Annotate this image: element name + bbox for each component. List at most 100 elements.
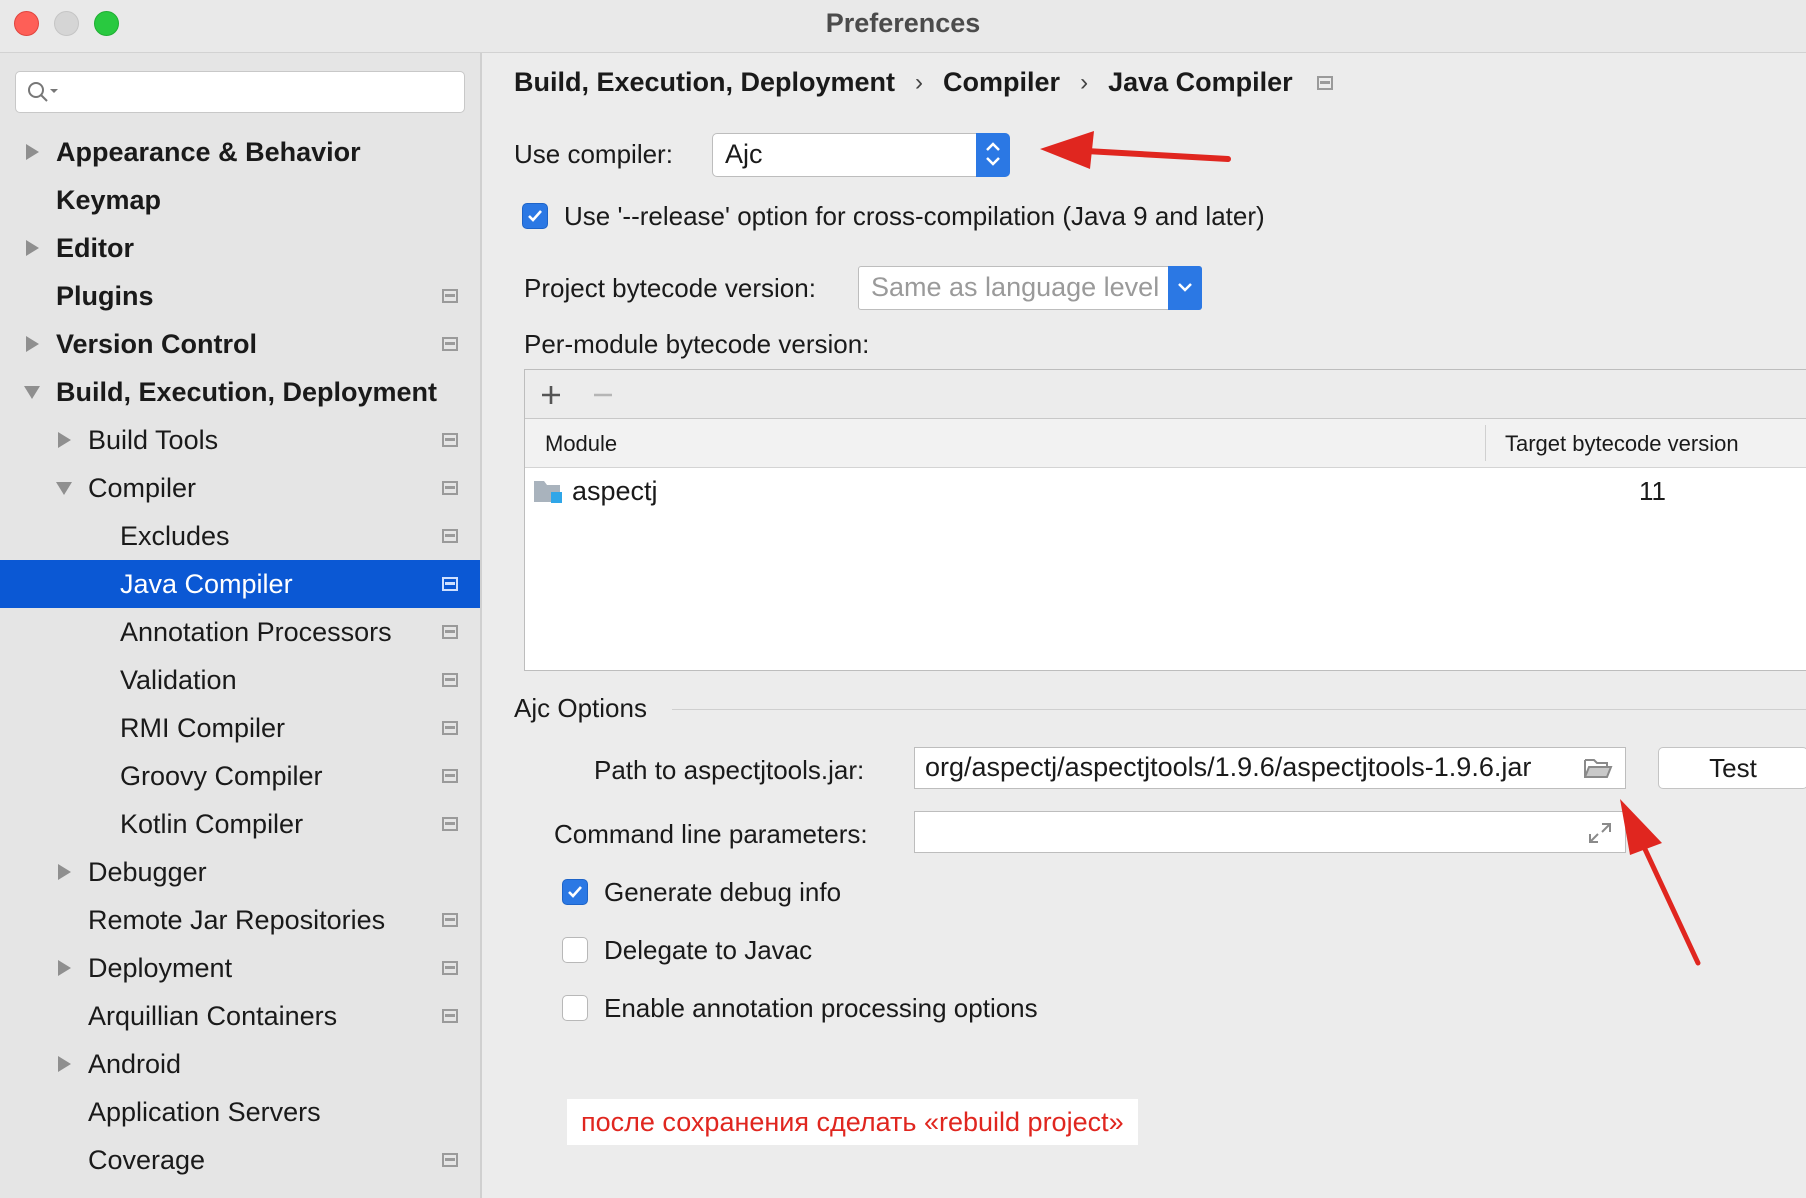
sidebar-item-label: Build Tools: [88, 424, 219, 455]
annotation-arrow-icon: [1620, 799, 1701, 966]
breadcrumb: Build, Execution, Deployment › Compiler …: [514, 67, 1333, 98]
sidebar-item-label: Appearance & Behavior: [56, 136, 361, 167]
collapsed-arrow-icon[interactable]: [58, 1056, 71, 1072]
table-row[interactable]: aspectj 11: [525, 468, 1806, 514]
sidebar-item-label: Android: [88, 1048, 182, 1079]
sidebar-item-label: Debugger: [88, 856, 207, 887]
checkmark-icon: [528, 210, 542, 222]
sidebar-item[interactable]: Validation: [0, 656, 480, 704]
sidebar-item[interactable]: Plugins: [0, 272, 480, 320]
sidebar-item[interactable]: RMI Compiler: [0, 704, 480, 752]
remove-icon[interactable]: [591, 383, 615, 407]
project-scope-icon: [442, 289, 458, 303]
release-option-checkbox[interactable]: [522, 203, 548, 229]
table-header: Module Target bytecode version: [525, 419, 1806, 468]
sidebar-item[interactable]: Arquillian Containers: [0, 992, 480, 1040]
column-header-target[interactable]: Target bytecode version: [1505, 431, 1739, 457]
collapsed-arrow-icon[interactable]: [58, 432, 71, 448]
sidebar-item-label: Remote Jar Repositories: [88, 904, 386, 935]
annotation-note: после сохранения сделать «rebuild projec…: [567, 1099, 1138, 1145]
column-divider[interactable]: [1485, 425, 1486, 461]
collapsed-arrow-icon[interactable]: [58, 960, 71, 976]
project-scope-icon: [442, 481, 458, 495]
collapsed-arrow-icon[interactable]: [26, 240, 39, 256]
sidebar-item-label: Build, Execution, Deployment: [56, 376, 438, 407]
collapsed-arrow-icon[interactable]: [58, 864, 71, 880]
sidebar-item[interactable]: Build, Execution, Deployment: [0, 368, 480, 416]
sidebar-item[interactable]: Version Control: [0, 320, 480, 368]
expand-icon[interactable]: [1587, 821, 1613, 845]
expanded-arrow-icon[interactable]: [24, 386, 40, 399]
chevron-down-icon: [1168, 266, 1202, 310]
updown-chevron-icon: [976, 133, 1010, 177]
sidebar-item-label: Arquillian Containers: [88, 1000, 338, 1031]
title-bar: Preferences: [0, 0, 1806, 53]
section-divider: [672, 709, 1806, 710]
sidebar-item-label: Compiler: [88, 472, 197, 503]
sidebar-item-label: Coverage: [88, 1144, 206, 1175]
checkmark-icon: [568, 886, 582, 898]
project-scope-icon: [442, 769, 458, 783]
project-scope-icon: [442, 961, 458, 975]
project-scope-icon: [442, 673, 458, 687]
project-scope-icon: [442, 433, 458, 447]
sidebar-item[interactable]: Keymap: [0, 176, 480, 224]
annotation-arrow-icon: [1040, 131, 1231, 169]
sidebar-item[interactable]: Build Tools: [0, 416, 480, 464]
project-bytecode-label: Project bytecode version:: [524, 273, 816, 303]
sidebar-item-label: Excludes: [120, 520, 230, 551]
debug-info-label: Generate debug info: [604, 877, 842, 907]
sidebar-item[interactable]: Excludes: [0, 512, 480, 560]
sidebar-item-label: Annotation Processors: [120, 616, 392, 647]
sidebar-item[interactable]: Remote Jar Repositories: [0, 896, 480, 944]
use-compiler-label: Use compiler:: [514, 139, 673, 169]
sidebar-item[interactable]: Application Servers: [0, 1088, 480, 1136]
project-scope-icon: [442, 337, 458, 351]
breadcrumb-separator: ›: [915, 68, 924, 96]
sidebar-item[interactable]: Appearance & Behavior: [0, 128, 480, 176]
sidebar-item-label: Deployment: [88, 952, 233, 983]
use-compiler-select[interactable]: Ajc: [712, 133, 1010, 177]
sidebar-item-label: RMI Compiler: [120, 712, 286, 743]
aspectjtools-path-value: org/aspectj/aspectjtools/1.9.6/aspectjto…: [925, 752, 1532, 782]
sidebar-item-label: Application Servers: [88, 1096, 321, 1127]
settings-content: Build, Execution, Deployment › Compiler …: [482, 53, 1806, 1198]
column-header-module[interactable]: Module: [545, 431, 617, 457]
aspectjtools-path-field[interactable]: org/aspectj/aspectjtools/1.9.6/aspectjto…: [914, 747, 1626, 789]
project-scope-icon: [442, 817, 458, 831]
project-bytecode-select[interactable]: Same as language level: [858, 266, 1202, 310]
settings-sidebar: Appearance & Behavior Keymap Editor Plugins…: [0, 53, 482, 1198]
sidebar-item[interactable]: Coverage: [0, 1136, 480, 1184]
sidebar-item[interactable]: Kotlin Compiler: [0, 800, 480, 848]
add-icon[interactable]: [539, 383, 563, 407]
delegate-javac-checkbox[interactable]: [562, 937, 588, 963]
debug-info-checkbox[interactable]: [562, 879, 588, 905]
expanded-arrow-icon[interactable]: [56, 482, 72, 495]
collapsed-arrow-icon[interactable]: [26, 144, 39, 160]
command-line-field[interactable]: [914, 811, 1626, 853]
sidebar-item[interactable]: Editor: [0, 224, 480, 272]
breadcrumb-item: Java Compiler: [1108, 67, 1293, 97]
search-input[interactable]: [15, 71, 465, 113]
sidebar-item-label: Version Control: [56, 328, 258, 359]
use-compiler-value: Ajc: [725, 139, 763, 169]
sidebar-item[interactable]: Android: [0, 1040, 480, 1088]
collapsed-arrow-icon[interactable]: [26, 336, 39, 352]
module-name-cell: aspectj: [572, 476, 658, 506]
annotation-processing-checkbox[interactable]: [562, 995, 588, 1021]
folder-browse-icon[interactable]: [1583, 756, 1613, 780]
project-scope-icon: [442, 625, 458, 639]
sidebar-item[interactable]: Java Compiler: [0, 560, 480, 608]
sidebar-item-label: Validation: [120, 664, 237, 695]
window-title: Preferences: [825, 8, 981, 38]
breadcrumb-item: Build, Execution, Deployment: [514, 67, 896, 97]
sidebar-item-label: Keymap: [56, 184, 162, 215]
sidebar-item[interactable]: Deployment: [0, 944, 480, 992]
sidebar-item[interactable]: Groovy Compiler: [0, 752, 480, 800]
sidebar-item[interactable]: Annotation Processors: [0, 608, 480, 656]
test-button[interactable]: Test: [1658, 747, 1806, 789]
sidebar-item-label: Groovy Compiler: [120, 760, 323, 791]
sidebar-item[interactable]: Compiler: [0, 464, 480, 512]
delegate-javac-label: Delegate to Javac: [604, 935, 813, 965]
sidebar-item[interactable]: Debugger: [0, 848, 480, 896]
